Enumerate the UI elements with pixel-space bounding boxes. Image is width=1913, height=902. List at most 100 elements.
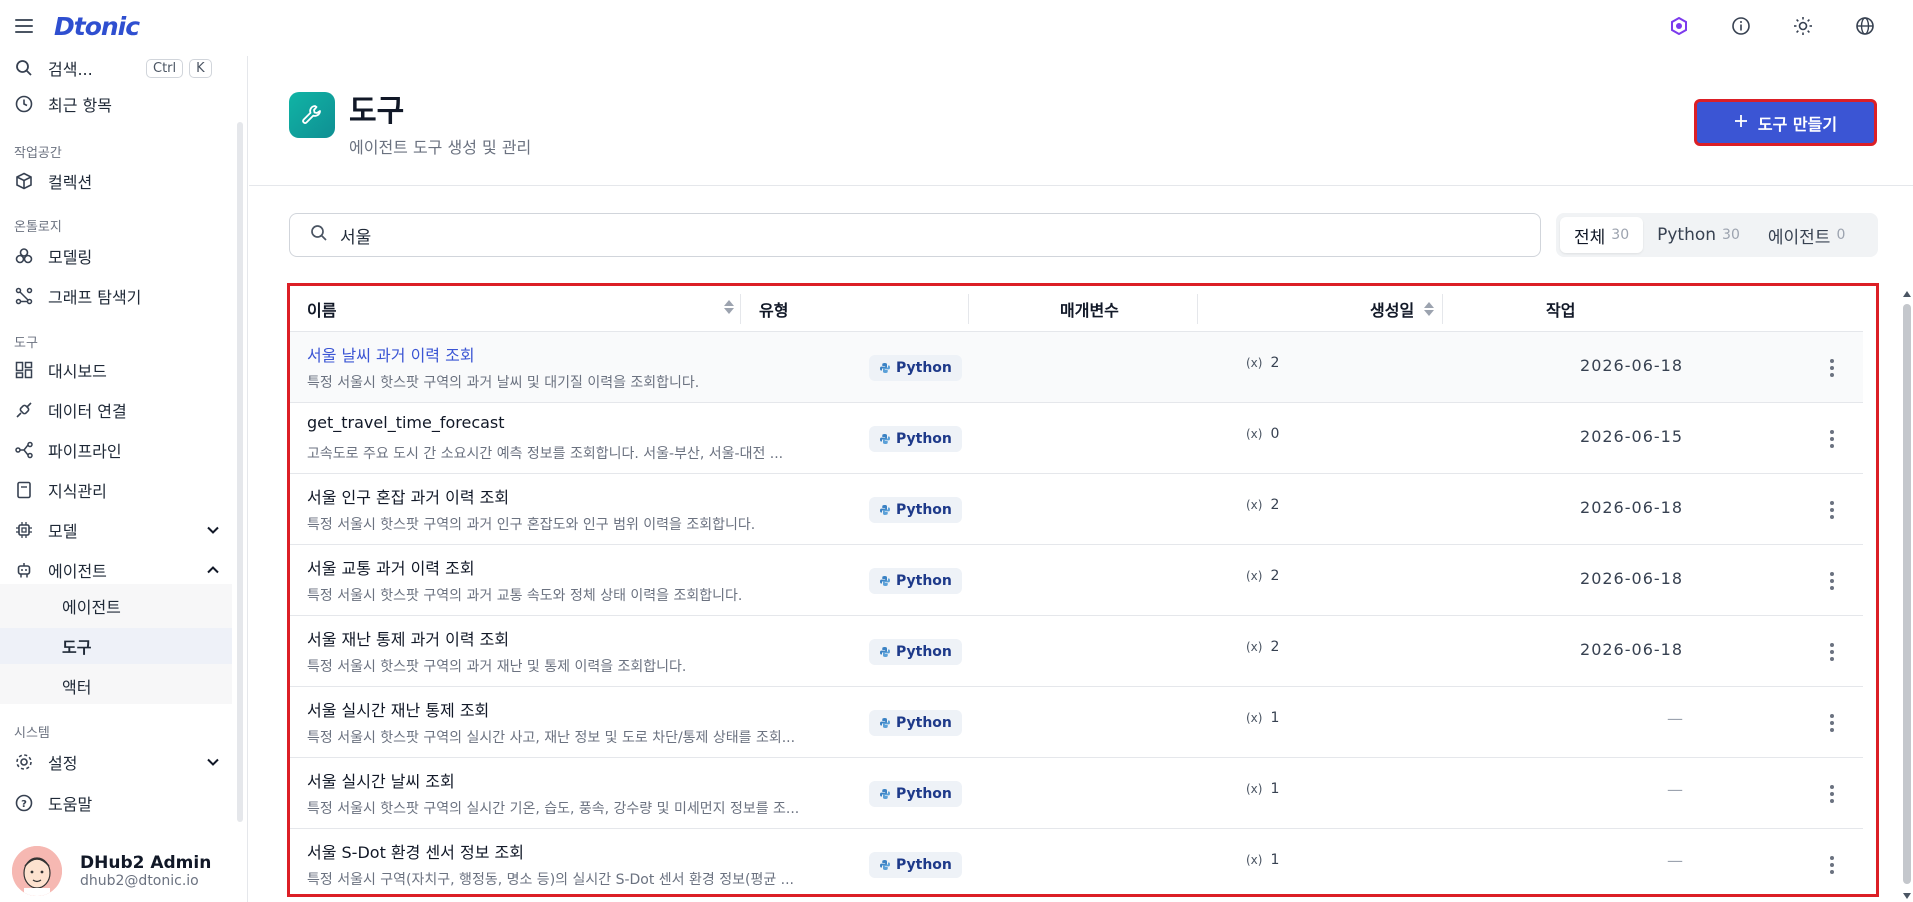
graph-nodes-icon (14, 286, 34, 306)
type-label: Python (896, 857, 952, 873)
help-circle-icon: ? (14, 793, 34, 813)
sidebar-subitem-agent[interactable]: 에이전트 (0, 588, 232, 624)
sidebar-search[interactable]: 검색... Ctrl K (0, 50, 232, 86)
filter-label: Python (1657, 225, 1717, 245)
create-tool-label: 도구 만들기 (1757, 114, 1838, 134)
sidebar-item-label: 데이터 연결 (48, 402, 127, 421)
avatar (12, 846, 62, 896)
sidebar-item-agent[interactable]: 에이전트 (0, 552, 232, 588)
tool-description: 특정 서울시 핫스팟 구역의 과거 인구 혼잡도와 인구 범위 이력을 조회합니… (307, 517, 756, 533)
language-globe-icon[interactable] (1853, 14, 1877, 38)
sidebar-item-label: 도움말 (48, 795, 93, 814)
page-subtitle: 에이전트 도구 생성 및 관리 (349, 138, 532, 157)
more-actions-icon[interactable] (1822, 640, 1842, 664)
section-ontology: 온톨로지 (14, 220, 62, 235)
more-actions-icon[interactable] (1822, 711, 1842, 735)
column-action-label: 작업 (1546, 301, 1576, 320)
sidebar-item-label: 모델 (48, 522, 78, 541)
robot-icon (14, 560, 34, 580)
main-scrollbar[interactable] (1901, 288, 1913, 902)
filter-python[interactable]: Python 30 (1643, 217, 1754, 253)
sidebar-item-collection[interactable]: 컬렉션 (0, 163, 232, 199)
tool-description: 특정 서울시 핫스팟 구역의 과거 날씨 및 대기질 이력을 조회합니다. (307, 375, 700, 391)
tool-name[interactable]: 서울 교통 과거 이력 조회 (307, 555, 475, 579)
sidebar-item-label: 파이프라인 (48, 442, 122, 461)
info-icon[interactable] (1729, 14, 1753, 38)
python-icon (879, 788, 891, 800)
more-actions-icon[interactable] (1822, 782, 1842, 806)
user-name: DHub2 Admin (80, 853, 212, 873)
more-actions-icon[interactable] (1822, 569, 1842, 593)
tool-name[interactable]: get_travel_time_forecast (307, 413, 505, 432)
tool-name[interactable]: 서울 날씨 과거 이력 조회 (307, 342, 475, 366)
clock-icon (14, 94, 34, 114)
sidebar-subitem-tool[interactable]: 도구 (0, 628, 232, 664)
column-name-label: 이름 (307, 301, 337, 320)
theme-sun-icon[interactable] (1791, 14, 1815, 38)
filter-agent[interactable]: 에이전트 0 (1754, 217, 1859, 253)
more-actions-icon[interactable] (1822, 498, 1842, 522)
tools-table: 이름 유형 매개변수 생성일 작업 서울 날씨 과거 이력 조회 특정 서울시 핫… (287, 283, 1879, 897)
agent-submenu: 에이전트 도구 액터 (0, 584, 232, 704)
sort-name-icon[interactable] (724, 300, 734, 314)
type-badge: Python (869, 639, 962, 665)
table-row[interactable]: 서울 날씨 과거 이력 조회특정 서울시 핫스팟 구역의 과거 날씨 및 대기질… (290, 332, 1863, 403)
search-icon (310, 224, 328, 246)
table-row[interactable]: 서울 S-Dot 환경 센서 정보 조회 특정 서울시 구역(자치구, 행정동, … (290, 829, 1863, 894)
wrench-icon (289, 92, 335, 138)
type-badge: Python (869, 852, 962, 878)
tool-description: 특정 서울시 핫스팟 구역의 실시간 사고, 재난 정보 및 도로 차단/통제 … (307, 730, 796, 746)
more-actions-icon[interactable] (1822, 427, 1842, 451)
param-count-value: 1 (1270, 852, 1280, 868)
tool-name[interactable]: 서울 실시간 날씨 조회 (307, 768, 455, 792)
sidebar-item-modeling[interactable]: 모델링 (0, 238, 232, 274)
type-badge: Python (869, 355, 962, 381)
sidebar-item-dashboard[interactable]: 대시보드 (0, 352, 232, 388)
param-count: (x) 2 (1246, 568, 1279, 584)
hamburger-menu-icon[interactable] (14, 16, 34, 36)
tool-name[interactable]: 서울 인구 혼잡 과거 이력 조회 (307, 484, 509, 508)
sort-created-icon[interactable] (1424, 302, 1435, 316)
table-row[interactable]: 서울 교통 과거 이력 조회 특정 서울시 핫스팟 구역의 과거 교통 속도와 정… (290, 545, 1863, 616)
table-row[interactable]: get_travel_time_forecast 고속도로 주요 도시 간 소요시… (290, 403, 1863, 474)
tool-name[interactable]: 서울 S-Dot 환경 센서 정보 조회 (307, 839, 524, 863)
sidebar-item-help[interactable]: ? 도움말 (0, 785, 232, 821)
param-count: (x) 0 (1246, 426, 1279, 442)
column-created[interactable]: 생성일 (1370, 286, 1435, 332)
sidebar-item-knowledge[interactable]: 지식관리 (0, 472, 232, 508)
column-action: 작업 (1546, 286, 1575, 332)
sidebar-subitem-actor[interactable]: 액터 (0, 668, 232, 704)
plug-icon (14, 400, 34, 420)
column-name[interactable]: 이름 (307, 286, 727, 332)
variable-icon: (x) (1246, 498, 1263, 512)
sidebar-item-pipeline[interactable]: 파이프라인 (0, 432, 232, 468)
user-profile[interactable]: DHub2 Admin dhub2@dtonic.io (12, 846, 211, 896)
table-row[interactable]: 서울 재난 통제 과거 이력 조회 특정 서울시 핫스팟 구역의 과거 재난 및 … (290, 616, 1863, 687)
param-count: (x) 2 (1246, 355, 1279, 371)
app-logo[interactable]: Dtonic (54, 12, 140, 41)
sidebar-scrollbar[interactable] (237, 122, 243, 822)
search-input[interactable] (340, 225, 1440, 245)
plus-icon (1734, 113, 1748, 132)
column-type-label: 유형 (759, 301, 789, 320)
more-actions-icon[interactable] (1822, 356, 1842, 380)
param-count-value: 2 (1270, 568, 1280, 584)
ai-sparkle-icon[interactable] (1667, 14, 1691, 38)
filter-all[interactable]: 전체 30 (1560, 217, 1644, 253)
more-actions-icon[interactable] (1822, 853, 1842, 877)
sidebar-item-settings[interactable]: 설정 (0, 744, 232, 780)
tool-name[interactable]: 서울 재난 통제 과거 이력 조회 (307, 626, 509, 650)
sidebar-item-model[interactable]: 모델 (0, 512, 232, 548)
sidebar-item-recent[interactable]: 최근 항목 (0, 86, 232, 122)
column-type: 유형 (759, 286, 788, 332)
tool-name[interactable]: 서울 실시간 재난 통제 조회 (307, 697, 489, 721)
sidebar-item-graph[interactable]: 그래프 탐색기 (0, 278, 232, 314)
table-row[interactable]: 서울 인구 혼잡 과거 이력 조회특정 서울시 핫스팟 구역의 과거 인구 혼잡… (290, 474, 1863, 545)
chevron-up-icon (206, 562, 220, 581)
create-tool-button[interactable]: 도구 만들기 (1694, 99, 1877, 146)
table-row[interactable]: 서울 실시간 날씨 조회 특정 서울시 핫스팟 구역의 실시간 기온, 습도, 풍… (290, 758, 1863, 829)
search-box[interactable] (289, 213, 1541, 257)
variable-icon: (x) (1246, 427, 1263, 441)
sidebar-item-data-connection[interactable]: 데이터 연결 (0, 392, 232, 428)
table-row[interactable]: 서울 실시간 재난 통제 조회특정 서울시 핫스팟 구역의 실시간 사고, 재난… (290, 687, 1863, 758)
